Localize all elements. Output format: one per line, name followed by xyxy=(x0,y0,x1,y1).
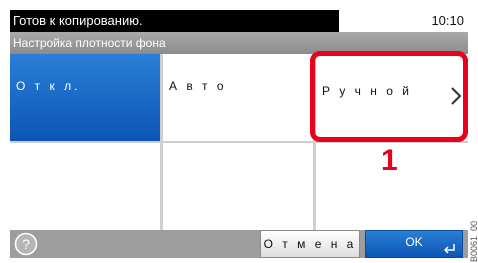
enter-return-icon xyxy=(444,244,455,254)
question-circle-icon[interactable]: ? xyxy=(14,232,38,256)
option-manual-label: Р у ч н о й xyxy=(322,84,412,98)
status-bar: Готов к копированию. 10:10 xyxy=(10,10,468,32)
empty-cell xyxy=(10,143,160,230)
callout-number: 1 xyxy=(381,144,398,177)
empty-cell xyxy=(163,143,313,230)
option-manual-button[interactable]: Р у ч н о й xyxy=(316,54,468,141)
cancel-button[interactable]: О т м е н а xyxy=(260,230,360,258)
option-off-label: О т к л. xyxy=(16,79,81,93)
status-time: 10:10 xyxy=(431,13,464,28)
figure-code: B0061_00 xyxy=(469,220,478,262)
bottom-bar: ? О т м е н а OK xyxy=(10,230,468,258)
svg-text:?: ? xyxy=(22,236,30,252)
chevron-right-icon xyxy=(451,87,462,105)
option-auto-label: А в т о xyxy=(169,79,227,93)
ok-label: OK xyxy=(405,235,423,249)
option-off-button[interactable]: О т к л. xyxy=(10,54,160,141)
status-message: Готов к копированию. xyxy=(10,10,339,32)
ok-button[interactable]: OK xyxy=(365,230,463,258)
option-grid: О т к л. А в т о Р у ч н о й xyxy=(10,54,468,230)
option-auto-button[interactable]: А в т о xyxy=(163,54,313,141)
copy-panel-screen: Готов к копированию. 10:10 Настройка пло… xyxy=(10,10,468,258)
screen-title: Настройка плотности фона xyxy=(10,32,468,54)
